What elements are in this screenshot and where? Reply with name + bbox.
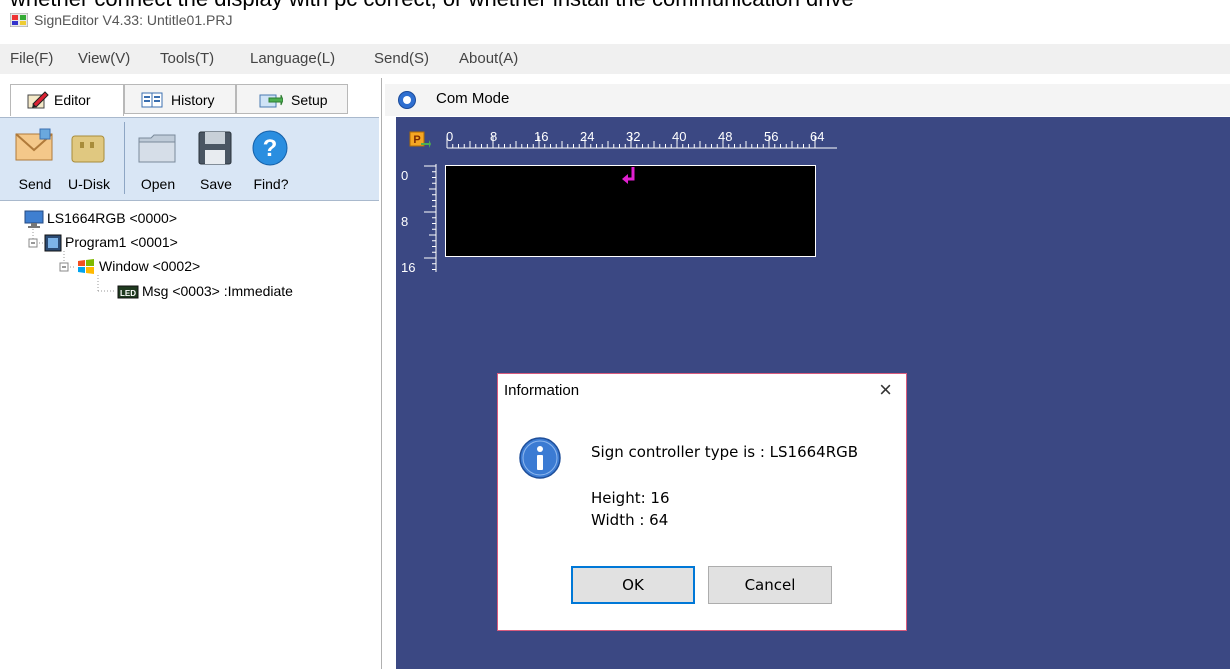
u-disk-button[interactable]: U-Disk — [64, 124, 114, 194]
svg-text:?: ? — [263, 135, 278, 162]
dialog-body: Sign controller type is : LS1664RGB Heig… — [498, 406, 906, 630]
menu-file[interactable]: File(F) — [10, 50, 53, 67]
ruler-tick: 48 — [718, 129, 733, 144]
tree-item-program[interactable]: Program1 <0001> — [44, 234, 178, 252]
information-icon — [519, 437, 561, 479]
dialog-height: Height: 16 — [591, 489, 670, 507]
ruler-tick: 8 — [401, 214, 409, 229]
vertical-ruler: 0 8 16 — [399, 162, 439, 282]
menu-send[interactable]: Send(S) — [374, 50, 429, 67]
toolbar-divider — [124, 122, 125, 194]
send-button[interactable]: Send — [10, 124, 60, 194]
dialog-titlebar: Information × — [498, 374, 906, 406]
ruler-tick: 56 — [764, 129, 779, 144]
window-icon — [78, 259, 94, 275]
menu-about[interactable]: About(A) — [459, 50, 518, 67]
open-button[interactable]: Open — [133, 124, 183, 194]
horizontal-ruler: 0 8 16 24 32 40 48 56 64 — [441, 128, 841, 150]
ruler-tick: 16 — [534, 129, 549, 144]
tab-setup[interactable]: Setup — [236, 84, 348, 114]
ruler-tick: 40 — [672, 129, 687, 144]
monitor-icon — [24, 210, 44, 229]
setup-icon — [259, 94, 283, 108]
menu-language[interactable]: Language(L) — [250, 50, 335, 67]
svg-text:LED: LED — [120, 289, 136, 298]
send-envelope-icon — [15, 128, 53, 161]
floppy-disk-icon — [198, 131, 232, 165]
ruler-tick: 64 — [810, 129, 825, 144]
find-button[interactable]: ? Find? — [246, 124, 296, 194]
tree-item-window[interactable]: Window <0002> — [76, 258, 200, 276]
ok-button[interactable]: OK — [571, 566, 695, 604]
information-dialog: Information × Sign controller type is : … — [497, 373, 907, 631]
ruler-tick: 0 — [446, 129, 454, 144]
com-mode-bar: Com Mode — [385, 84, 1230, 116]
svg-text:P: P — [413, 134, 420, 146]
menu-tools[interactable]: Tools(T) — [160, 50, 214, 67]
film-icon — [44, 234, 62, 252]
tree-item-msg[interactable]: LED Msg <0003> :Immediate — [117, 283, 293, 300]
tab-history-label: History — [171, 92, 215, 108]
save-label: Save — [200, 176, 232, 192]
open-label: Open — [140, 176, 176, 192]
help-icon: ? — [252, 130, 288, 166]
toolbar: Send U-Disk Open Save ? Find? — [0, 117, 379, 201]
u-disk-label: U-Disk — [68, 176, 110, 192]
editor-icon — [27, 91, 49, 109]
led-icon: LED — [117, 285, 139, 299]
project-tree: LS1664RGB <0000> Program1 <0001> Window … — [0, 205, 379, 669]
panel-tabs: Editor History Setup — [0, 84, 379, 116]
find-label: Find? — [253, 176, 289, 192]
window-title: SignEditor V4.33: Untitle01.PRJ — [34, 12, 233, 28]
tree-item-label: Program1 <0001> — [65, 234, 178, 250]
return-cursor-icon — [622, 167, 635, 184]
cancel-button[interactable]: Cancel — [708, 566, 832, 604]
save-button[interactable]: Save — [191, 124, 241, 194]
dialog-width: Width : 64 — [591, 511, 669, 529]
ruler-h-ticks — [446, 136, 837, 149]
dialog-title: Information — [504, 382, 580, 399]
ruler-tick: 16 — [401, 260, 416, 275]
tree-item-label: Window <0002> — [99, 258, 201, 274]
tree-item-label: LS1664RGB <0000> — [47, 210, 177, 226]
history-icon — [141, 92, 163, 108]
info-round-icon — [398, 91, 416, 109]
usb-disk-icon — [71, 135, 105, 163]
menu-bar: File(F) View(V) Tools(T) Language(L) Sen… — [0, 44, 1230, 74]
send-label: Send — [18, 176, 52, 192]
tab-editor[interactable]: Editor — [10, 84, 124, 116]
program-flag-icon[interactable]: P — [409, 131, 431, 151]
folder-icon — [138, 134, 176, 163]
com-mode-label: Com Mode — [436, 90, 510, 107]
window-titlebar: SignEditor V4.33: Untitle01.PRJ — [0, 10, 1230, 36]
ruler-tick: 32 — [626, 129, 641, 144]
tree-item-controller[interactable]: LS1664RGB <0000> — [24, 210, 177, 229]
ruler-tick: 24 — [580, 129, 595, 144]
tab-setup-label: Setup — [291, 92, 328, 108]
app-logo-icon — [10, 13, 28, 27]
tree-item-label: Msg <0003> :Immediate — [142, 283, 293, 299]
ruler-tick: 8 — [490, 129, 498, 144]
ruler-tick: 0 — [401, 168, 409, 183]
close-icon[interactable]: × — [879, 377, 892, 403]
dialog-message: Sign controller type is : LS1664RGB — [591, 443, 859, 461]
tab-history[interactable]: History — [124, 84, 236, 114]
menu-view[interactable]: View(V) — [78, 50, 130, 67]
tab-editor-label: Editor — [54, 92, 91, 108]
